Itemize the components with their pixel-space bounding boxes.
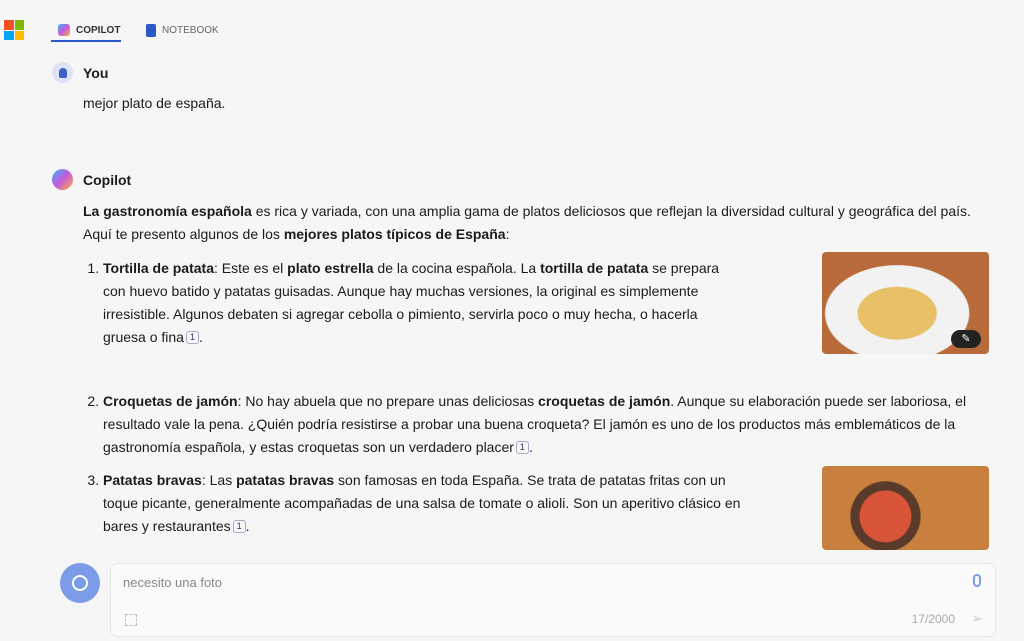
tab-label: NOTEBOOK xyxy=(162,24,219,36)
dish-list-1: Tortilla de patata: Este es el plato est… xyxy=(83,257,743,349)
citation-link[interactable]: 1 xyxy=(515,441,529,454)
copilot-avatar-icon xyxy=(52,169,73,190)
send-icon[interactable]: ➢ xyxy=(971,610,983,627)
list-item: Tortilla de patata: Este es el plato est… xyxy=(103,257,743,349)
active-tab-indicator xyxy=(51,40,121,42)
user-message: mejor plato de españa. xyxy=(83,95,226,111)
image-capture-icon[interactable] xyxy=(125,614,137,626)
copilot-icon xyxy=(58,24,70,36)
user-name: You xyxy=(83,64,109,81)
tab-notebook[interactable]: NOTEBOOK xyxy=(146,18,219,42)
notebook-icon xyxy=(146,23,156,37)
user-avatar-icon xyxy=(52,62,73,83)
tortilla-photo[interactable]: ✎ xyxy=(822,252,989,354)
new-topic-button[interactable] xyxy=(60,563,100,603)
new-chat-icon xyxy=(72,575,88,591)
list-item: Patatas bravas: Las patatas bravas son f… xyxy=(103,469,743,538)
user-header: You xyxy=(52,62,108,83)
tab-copilot[interactable]: COPILOT xyxy=(58,18,120,42)
copilot-name: Copilot xyxy=(83,171,132,188)
character-counter: 17/2000 xyxy=(911,612,955,626)
chat-input[interactable]: necesito una foto xyxy=(123,575,222,590)
list-item: Croquetas de jamón: No hay abuela que no… xyxy=(103,390,1003,459)
copilot-intro: La gastronomía española es rica y variad… xyxy=(83,203,971,242)
patatas-bravas-photo[interactable] xyxy=(822,466,989,550)
citation-link[interactable]: 1 xyxy=(232,520,246,533)
magic-wand-icon[interactable]: ✎ xyxy=(951,330,981,348)
copilot-header: Copilot xyxy=(52,169,131,190)
chat-composer: necesito una foto 17/2000 ➢ xyxy=(110,563,996,637)
tab-label: COPILOT xyxy=(76,24,121,36)
microsoft-logo xyxy=(4,20,24,40)
citation-link[interactable]: 1 xyxy=(185,331,199,344)
microphone-icon[interactable] xyxy=(973,574,981,587)
